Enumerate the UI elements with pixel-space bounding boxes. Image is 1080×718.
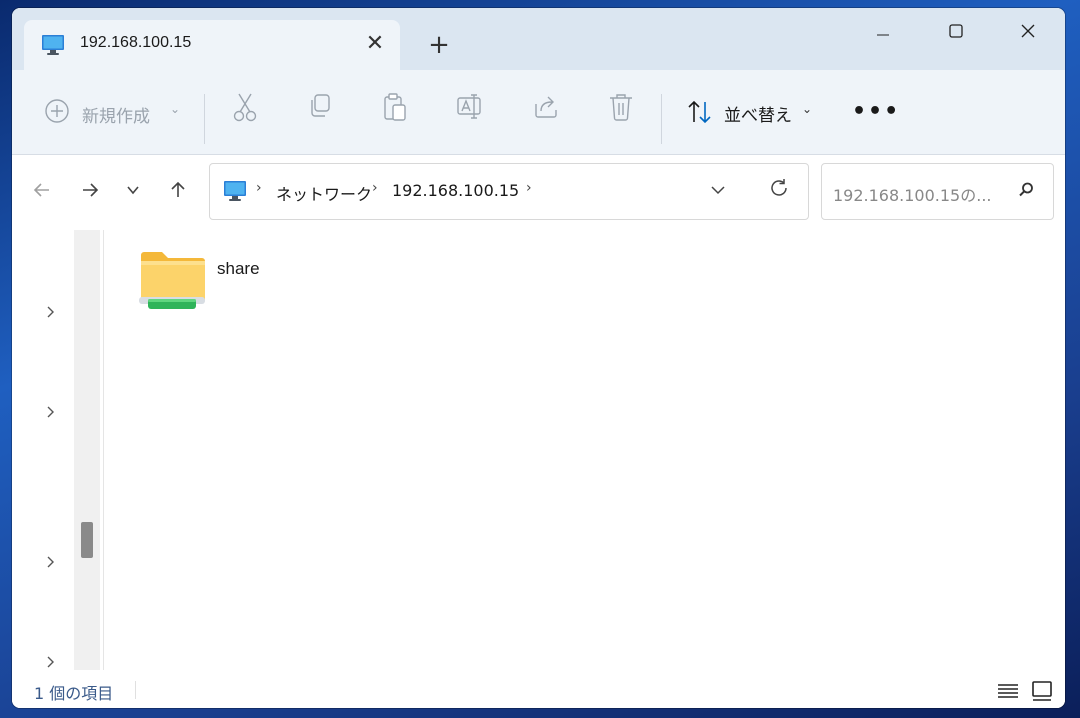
search-placeholder: 192.168.100.15の... bbox=[833, 186, 992, 205]
back-button[interactable] bbox=[27, 175, 57, 205]
expand-chevron-icon[interactable] bbox=[46, 405, 56, 423]
delete-button[interactable] bbox=[608, 92, 638, 132]
sort-button-label: 並べ替え bbox=[724, 106, 792, 126]
title-bar: 192.168.100.15 ✕ + bbox=[12, 8, 1065, 70]
details-view-button[interactable] bbox=[995, 676, 1023, 704]
scrollbar-thumb[interactable] bbox=[81, 522, 93, 558]
arrow-right-icon bbox=[80, 181, 100, 205]
add-circle-icon bbox=[44, 98, 70, 124]
new-button[interactable]: 新規作成 ⌄ bbox=[44, 92, 184, 132]
command-bar: 新規作成 ⌄ 並べ替え ⌄ ••• bbox=[12, 70, 1065, 155]
new-tab-button[interactable]: + bbox=[424, 30, 454, 60]
status-bar: 1 個の項目 bbox=[12, 671, 1065, 708]
up-button[interactable] bbox=[163, 175, 193, 205]
breadcrumb-separator[interactable]: › bbox=[256, 180, 262, 196]
computer-icon bbox=[223, 180, 247, 206]
computer-icon bbox=[41, 34, 65, 60]
breadcrumb-network[interactable]: ネットワーク bbox=[276, 181, 372, 205]
breadcrumb-host[interactable]: 192.168.100.15 bbox=[392, 181, 519, 200]
share-button[interactable] bbox=[532, 92, 562, 132]
navigation-scrollbar[interactable] bbox=[74, 230, 100, 670]
chevron-down-icon: ⌄ bbox=[802, 102, 813, 116]
paste-icon bbox=[382, 92, 412, 122]
forward-button[interactable] bbox=[75, 175, 105, 205]
list-view-icon bbox=[995, 684, 1021, 708]
expand-chevron-icon[interactable] bbox=[46, 305, 56, 323]
chevron-down-icon: ⌄ bbox=[170, 102, 181, 116]
copy-button[interactable] bbox=[307, 92, 337, 132]
delete-icon bbox=[608, 92, 638, 122]
search-icon bbox=[1016, 180, 1036, 204]
network-folder-icon bbox=[138, 249, 208, 317]
command-separator bbox=[661, 94, 662, 144]
tab-close-button[interactable]: ✕ bbox=[362, 31, 388, 57]
breadcrumb-separator[interactable]: › bbox=[372, 180, 378, 196]
cut-icon bbox=[232, 92, 262, 122]
file-list: share bbox=[104, 227, 1065, 671]
chevron-down-icon bbox=[126, 178, 140, 202]
copy-icon bbox=[307, 92, 337, 122]
arrow-up-icon bbox=[168, 181, 188, 205]
navigation-bar: › ネットワーク › 192.168.100.15 › 192.168.100.… bbox=[12, 155, 1065, 227]
item-name: share bbox=[217, 259, 260, 278]
paste-button[interactable] bbox=[382, 92, 412, 132]
arrow-left-icon bbox=[32, 181, 52, 205]
address-bar[interactable]: › ネットワーク › 192.168.100.15 › bbox=[209, 163, 809, 220]
cut-button[interactable] bbox=[232, 92, 262, 132]
tab-current[interactable]: 192.168.100.15 ✕ bbox=[24, 20, 400, 70]
file-explorer-window: 192.168.100.15 ✕ + 新規作成 ⌄ 並べ替え ⌄ ••• › ネ… bbox=[12, 8, 1065, 708]
refresh-button[interactable] bbox=[768, 177, 790, 204]
command-separator bbox=[204, 94, 205, 144]
sort-button[interactable]: 並べ替え ⌄ bbox=[684, 92, 824, 132]
rename-button[interactable] bbox=[456, 92, 486, 132]
tiles-view-icon bbox=[1029, 681, 1055, 708]
maximize-button[interactable] bbox=[933, 16, 979, 46]
new-button-label: 新規作成 bbox=[82, 107, 150, 127]
breadcrumb-separator[interactable]: › bbox=[526, 180, 532, 196]
search-box[interactable]: 192.168.100.15の... bbox=[821, 163, 1054, 220]
large-icons-view-button[interactable] bbox=[1029, 676, 1057, 704]
share-icon bbox=[532, 92, 562, 122]
expand-chevron-icon[interactable] bbox=[46, 555, 56, 573]
sort-icon bbox=[686, 98, 714, 126]
more-options-button[interactable]: ••• bbox=[852, 92, 898, 132]
item-count: 1 個の項目 bbox=[34, 684, 114, 703]
recent-locations-button[interactable] bbox=[118, 175, 148, 205]
minimize-button[interactable] bbox=[860, 16, 906, 46]
list-item[interactable]: share bbox=[138, 249, 298, 319]
close-window-button[interactable] bbox=[1005, 16, 1051, 46]
rename-icon bbox=[456, 92, 486, 122]
address-history-dropdown[interactable] bbox=[710, 180, 726, 202]
status-separator bbox=[135, 681, 136, 699]
tab-title: 192.168.100.15 bbox=[80, 34, 192, 51]
